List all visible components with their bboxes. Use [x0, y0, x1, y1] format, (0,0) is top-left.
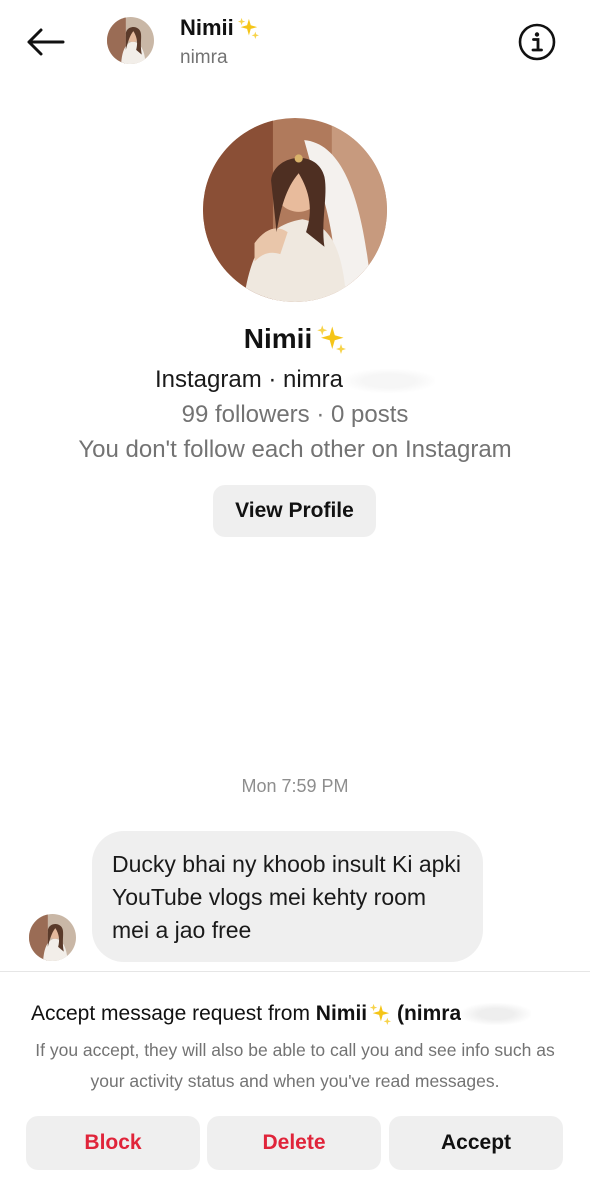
- back-button[interactable]: [22, 22, 68, 62]
- profile-stats: 99 followers · 0 posts: [181, 401, 409, 428]
- header-name-text: Nimii: [180, 15, 234, 40]
- request-title-name: Nimii: [315, 1002, 368, 1025]
- divider: [0, 971, 590, 972]
- arrow-left-icon: [27, 28, 65, 56]
- header-avatar[interactable]: [107, 17, 154, 64]
- info-button[interactable]: [516, 21, 558, 63]
- header-display-name[interactable]: Nimii: [180, 15, 259, 41]
- profile-platform-text: Instagram · nimra: [154, 366, 344, 393]
- message-timestamp: Mon 7:59 PM: [241, 776, 349, 796]
- sender-avatar[interactable]: [29, 914, 76, 961]
- sparkles-icon: [317, 325, 347, 354]
- sparkles-icon: [237, 17, 259, 39]
- info-icon: [518, 23, 556, 61]
- request-title-handle: (nimra: [391, 1002, 462, 1025]
- profile-name-text: Nimii: [243, 323, 313, 354]
- message-bubble[interactable]: Ducky bhai ny khoob insult Ki apki YouTu…: [92, 831, 483, 962]
- sparkles-icon: [370, 1003, 392, 1025]
- view-profile-button[interactable]: View Profile: [213, 485, 376, 537]
- block-button[interactable]: Block: [26, 1116, 200, 1170]
- delete-button[interactable]: Delete: [207, 1116, 381, 1170]
- profile-follow-status: You don't follow each other on Instagram: [78, 436, 512, 463]
- request-title: Accept message request from Nimii (nimra: [31, 1002, 532, 1026]
- profile-platform-line: Instagram · nimra: [0, 366, 590, 394]
- profile-name: Nimii: [0, 323, 590, 355]
- accept-button[interactable]: Accept: [389, 1116, 563, 1170]
- header-username: nimra: [180, 47, 228, 68]
- redaction-blur: [343, 368, 436, 393]
- request-description: If you accept, they will also be able to…: [35, 1040, 555, 1091]
- request-title-prefix: Accept message request from: [31, 1002, 316, 1025]
- redaction-blur: [461, 1003, 532, 1025]
- profile-avatar[interactable]: [203, 118, 387, 302]
